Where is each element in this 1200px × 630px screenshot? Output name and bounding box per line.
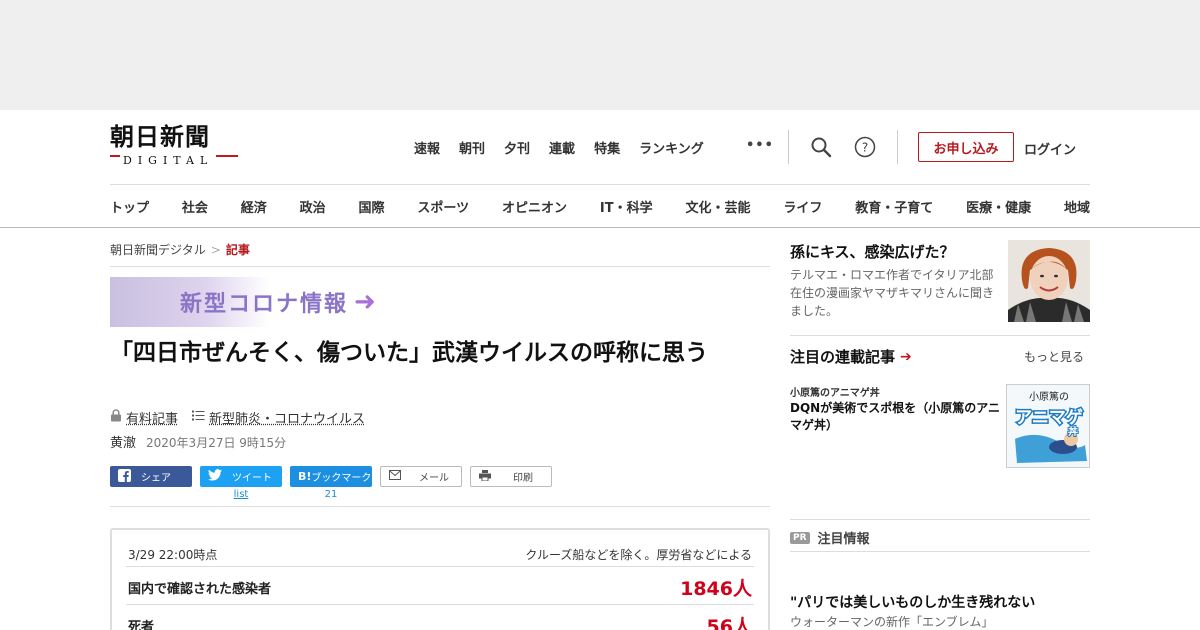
svg-text:?: ? — [862, 141, 868, 155]
stats-row-label: 国内で確認された感染者 — [128, 582, 272, 597]
twitter-share-label: ツイート — [232, 473, 272, 484]
category-it-science[interactable]: IT・科学 — [600, 197, 653, 216]
see-more-link[interactable]: もっと見る — [1024, 348, 1084, 365]
header-divider — [788, 130, 789, 164]
mail-icon — [389, 470, 401, 483]
list-icon — [192, 410, 205, 425]
hatena-bookmark-count: 21 — [324, 489, 338, 500]
banner-text: 新型コロナ情報 — [180, 292, 349, 317]
category-top[interactable]: トップ — [110, 197, 149, 216]
arrow-right-icon: ➜ — [354, 287, 378, 317]
more-menu-button[interactable]: ••• — [746, 138, 774, 153]
stats-row-label: 死者 — [128, 620, 155, 630]
pr-badge: PR — [790, 531, 810, 544]
publish-date: 2020年3月27日 9時15分 — [146, 436, 287, 450]
divider — [110, 266, 770, 267]
pr-article-subtitle: ウォーターマンの新作「エンブレム」 — [790, 615, 994, 629]
author-name: 黄澈 — [110, 436, 137, 451]
stats-row-value: 1846人 — [680, 578, 752, 600]
divider — [790, 519, 1090, 520]
svg-text:小原篤の: 小原篤の — [1029, 390, 1069, 403]
feature-portrait-photo[interactable] — [1008, 240, 1090, 322]
top-nav-sokuho[interactable]: 速報 — [414, 138, 440, 157]
hatena-bookmark-button[interactable]: B! ブックマーク — [290, 466, 372, 487]
sidebar-feature-description: テルマエ・ロマエ作者でイタリア北部在住の漫画家ヤマザキマリさんに聞きました。 — [790, 268, 995, 318]
logo-wordmark: 朝日新聞 — [110, 122, 210, 151]
top-nav-ranking[interactable]: ランキング — [639, 138, 704, 157]
category-opinion[interactable]: オピニオン — [502, 197, 567, 216]
category-politics[interactable]: 政治 — [300, 197, 326, 216]
breadcrumb: 朝日新聞デジタル > 記事 — [110, 241, 250, 258]
search-icon[interactable] — [810, 136, 832, 158]
mail-share-label: メール — [419, 473, 449, 484]
site-logo[interactable]: 朝日新聞 DIGITAL — [110, 124, 242, 170]
twitter-share-button[interactable]: ツイート — [200, 466, 282, 487]
twitter-icon — [208, 469, 222, 484]
divider — [0, 227, 1200, 228]
category-society[interactable]: 社会 — [182, 197, 208, 216]
paid-article-label[interactable]: 有料記事 — [126, 408, 178, 427]
byline: 黄澈 2020年3月27日 9時15分 — [110, 432, 286, 451]
help-icon[interactable]: ? — [854, 136, 876, 158]
print-label: 印刷 — [513, 473, 533, 484]
arrow-right-icon: ➔ — [900, 348, 912, 365]
facebook-icon — [118, 468, 131, 485]
category-sports[interactable]: スポーツ — [417, 197, 469, 216]
top-nav: 速報 朝刊 夕刊 連載 特集 ランキング — [414, 138, 723, 157]
sidebar-feature-title[interactable]: 孫にキス、感染広げた？ — [790, 241, 955, 262]
pr-section-label: 注目情報 — [817, 532, 870, 547]
breadcrumb-current: 記事 — [225, 243, 250, 257]
svg-text:丼: 丼 — [1068, 425, 1078, 438]
stats-row: 国内で確認された感染者 1846人 — [126, 566, 754, 604]
breadcrumb-separator: > — [210, 243, 221, 257]
top-nav-tokushu[interactable]: 特集 — [594, 138, 620, 157]
header-divider — [897, 130, 898, 164]
category-life[interactable]: ライフ — [783, 197, 822, 216]
mail-share-button[interactable]: メール — [380, 466, 462, 487]
printer-icon — [479, 469, 491, 484]
top-nav-choukan[interactable]: 朝刊 — [459, 138, 485, 157]
hatena-bookmark-label: ブックマーク — [311, 473, 372, 484]
ad-banner-area — [0, 0, 1200, 110]
top-nav-yukan[interactable]: 夕刊 — [504, 138, 530, 157]
top-nav-rensai[interactable]: 連載 — [549, 138, 575, 157]
pr-section-header: PR 注目情報 — [790, 528, 870, 547]
category-health[interactable]: 医療・健康 — [966, 197, 1031, 216]
category-culture[interactable]: 文化・芸能 — [685, 197, 750, 216]
covid-stats-box: 3/29 22:00時点 クルーズ船などを除く。厚労省などによる 国内で確認され… — [110, 528, 770, 630]
divider — [790, 335, 1090, 336]
category-economy[interactable]: 経済 — [241, 197, 267, 216]
pr-article-title[interactable]: "パリでは美しいものしか生き残れない — [790, 592, 1035, 612]
stats-row: 死者 56人 — [126, 604, 754, 630]
category-international[interactable]: 国際 — [359, 197, 385, 216]
corona-info-banner[interactable]: 新型コロナ情報 ➜ — [110, 277, 430, 327]
logo-subtitle: DIGITAL — [120, 154, 217, 167]
rensai-article-title[interactable]: DQNが美術でスポ根を（小原篤のアニマゲ丼） — [790, 400, 1004, 434]
article-meta: 有料記事 新型肺炎・コロナウイルス — [110, 408, 365, 427]
facebook-share-button[interactable]: シェア — [110, 466, 192, 487]
breadcrumb-home[interactable]: 朝日新聞デジタル — [110, 243, 206, 257]
rensai-heading[interactable]: 注目の連載記事 ➔ — [790, 346, 912, 367]
category-nav: トップ 社会 経済 政治 国際 スポーツ オピニオン IT・科学 文化・芸能 ラ… — [110, 197, 1090, 216]
facebook-share-label: シェア — [141, 473, 171, 484]
article-headline: 「四日市ぜんそく、傷ついた」武漢ウイルスの呼称に思う — [110, 340, 708, 366]
lock-icon — [110, 409, 122, 426]
subscribe-button[interactable]: お申し込み — [918, 132, 1014, 162]
topic-link[interactable]: 新型肺炎・コロナウイルス — [209, 408, 365, 427]
divider — [110, 184, 1090, 185]
twitter-share-count[interactable]: list — [200, 489, 282, 500]
category-region[interactable]: 地域 — [1064, 197, 1090, 216]
animage-don-thumbnail[interactable]: 小原篤の アニマゲ 丼 — [1006, 384, 1090, 468]
hatena-icon: B! — [298, 470, 312, 483]
stats-source-note: クルーズ船などを除く。厚労省などによる — [525, 548, 752, 562]
stats-timestamp: 3/29 22:00時点 — [128, 548, 218, 562]
svg-text:アニマゲ: アニマゲ — [1015, 407, 1083, 428]
rensai-series-label: 小原篤のアニマゲ丼 — [790, 388, 880, 399]
print-button[interactable]: 印刷 — [470, 466, 552, 487]
divider — [110, 506, 770, 507]
login-link[interactable]: ログイン — [1024, 139, 1076, 158]
stats-row-value: 56人 — [706, 616, 752, 630]
category-education[interactable]: 教育・子育て — [855, 197, 933, 216]
divider — [790, 551, 1090, 552]
